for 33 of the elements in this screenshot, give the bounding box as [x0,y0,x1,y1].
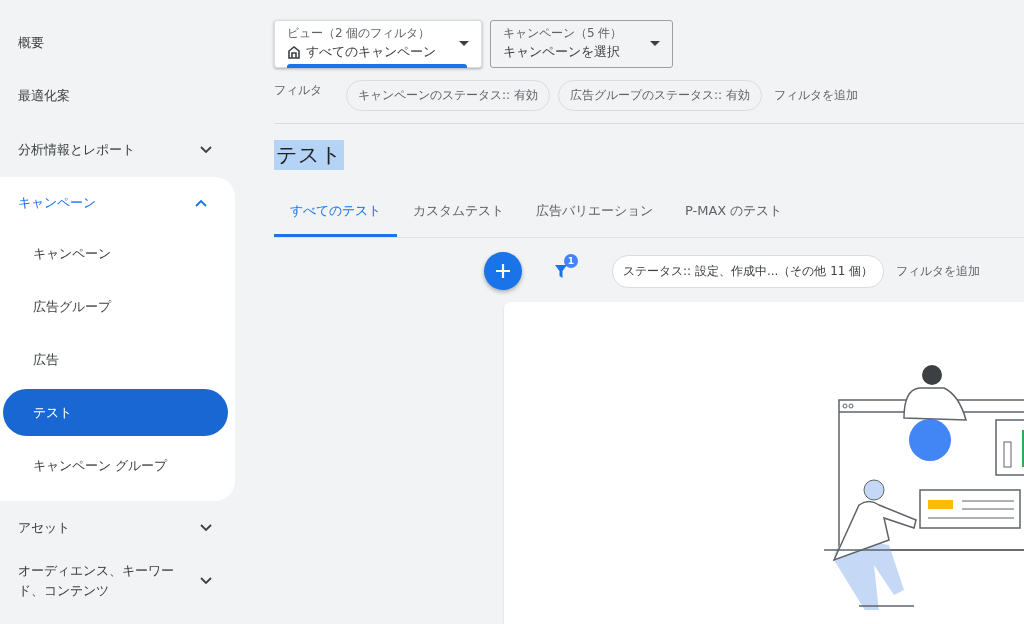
tab[interactable]: P-MAX のテスト [669,190,799,237]
filter-icon[interactable] [554,263,568,279]
page-title: テスト [274,140,344,170]
campaign-dropdown[interactable]: キャンペーン（5 件） キャンペーンを選択 [490,20,673,68]
chevron-down-icon [200,523,212,532]
nav-subitem[interactable]: 広告グループ [3,283,228,330]
nav-subitem[interactable]: テスト [3,389,228,436]
nav-subitem[interactable]: キャンペーン グループ [3,442,228,489]
chevron-up-icon [195,199,207,208]
tab[interactable]: すべてのテスト [274,190,397,237]
tab[interactable]: 広告バリエーション [520,190,669,237]
status-filter-chip[interactable]: ステータス:: 設定、作成中...（その他 11 個） [612,254,885,288]
caret-icon [459,41,469,46]
caret-icon [650,41,660,46]
nav-subitem[interactable]: 広告 [3,336,228,383]
view-dropdown[interactable]: ビュー（2 個のフィルタ） すべてのキャンペーン [274,20,482,68]
nav-item[interactable]: アセット [0,501,240,555]
chevron-down-icon [200,577,212,586]
nav-item[interactable]: 分析情報とレポート [0,123,240,177]
nav-subitem[interactable]: キャンペーン [3,230,228,277]
nav-item[interactable]: オーディエンス、キーワード、コンテンツ [0,554,240,608]
nav-item[interactable]: 最適化案 [0,69,240,123]
add-filter-link[interactable]: フィルタを追加 [773,87,858,104]
filter-count-badge: 1 [564,254,578,268]
tab[interactable]: カスタムテスト [397,190,520,237]
home-icon [287,45,301,59]
filter-label: フィルタ [274,82,323,99]
chevron-down-icon [200,145,212,154]
nav-item[interactable]: キャンペーン [0,176,235,230]
plus-icon [495,263,511,279]
nav-item[interactable]: 概要 [0,16,240,70]
add-button[interactable] [484,252,522,290]
add-filter-link[interactable]: フィルタを追加 [896,262,981,280]
